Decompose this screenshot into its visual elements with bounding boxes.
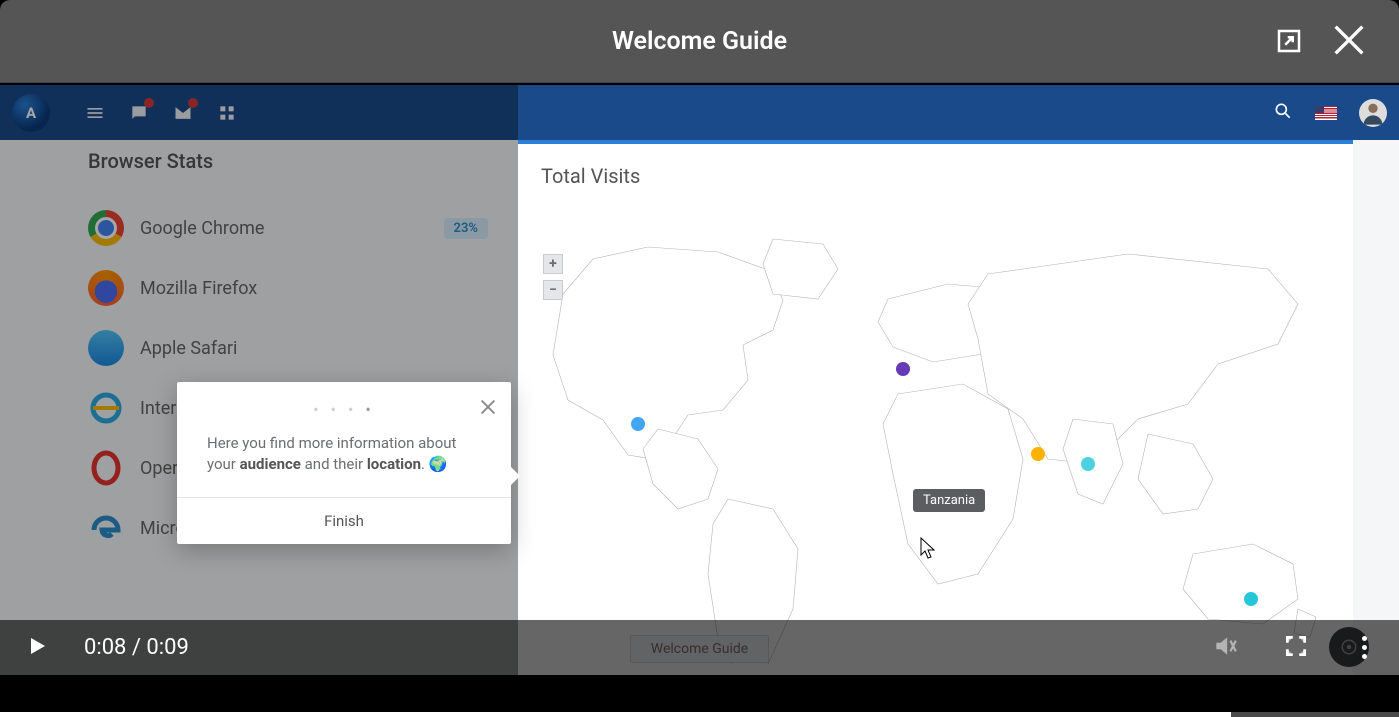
cursor-icon: [920, 537, 938, 559]
tour-text: Here you find more information about you…: [177, 425, 511, 497]
search-icon[interactable]: [1273, 101, 1293, 125]
fullscreen-icon[interactable]: [1283, 633, 1309, 663]
tour-step-dots: • • • •: [177, 382, 511, 425]
video-frame: Browser Stats Google Chrome 23% Mozilla …: [0, 85, 1399, 675]
play-button[interactable]: [25, 634, 49, 662]
menu-icon[interactable]: [85, 103, 105, 123]
browser-row: Mozilla Firefox: [88, 258, 488, 318]
map-tooltip: Tanzania: [913, 489, 985, 512]
world-map[interactable]: Tanzania: [528, 219, 1343, 664]
map-title: Total Visits: [518, 144, 1353, 198]
opera-icon: [88, 450, 124, 486]
browser-row: Apple Safari: [88, 318, 488, 378]
ie-icon: [88, 390, 124, 426]
modal-title: Welcome Guide: [612, 27, 787, 56]
tour-finish-button[interactable]: Finish: [177, 497, 511, 544]
video-controls: 0:08 / 0:09: [0, 620, 1399, 675]
chrome-icon: [88, 210, 124, 246]
mail-icon[interactable]: [173, 103, 193, 123]
tour-popover: • • • • Here you find more information a…: [177, 382, 511, 544]
browser-stats-title: Browser Stats: [88, 149, 488, 173]
avatar[interactable]: [1359, 99, 1387, 127]
edge-icon: [88, 510, 124, 546]
video-time: 0:08 / 0:09: [84, 635, 189, 660]
app-bar: [0, 85, 1399, 140]
browser-pct: 23%: [444, 218, 488, 239]
tour-close-button[interactable]: [477, 396, 499, 418]
firefox-icon: [88, 270, 124, 306]
browser-name: Mozilla Firefox: [140, 278, 488, 299]
safari-icon: [88, 330, 124, 366]
more-options-button[interactable]: [1354, 636, 1374, 659]
modal-header: Welcome Guide: [0, 0, 1399, 83]
mute-icon[interactable]: [1212, 633, 1238, 663]
apps-icon[interactable]: [217, 103, 237, 123]
total-visits-panel: Total Visits + −: [518, 140, 1353, 675]
browser-name: Apple Safari: [140, 338, 488, 359]
close-button[interactable]: [1329, 20, 1369, 60]
popout-button[interactable]: [1274, 26, 1304, 56]
browser-name: Google Chrome: [140, 218, 428, 239]
video-progress-track[interactable]: [0, 712, 1399, 717]
app-logo[interactable]: [12, 94, 50, 132]
browser-row: Google Chrome 23%: [88, 198, 488, 258]
language-flag-icon[interactable]: [1315, 106, 1337, 120]
video-progress-fill: [0, 712, 1231, 717]
chat-icon[interactable]: [129, 103, 149, 123]
